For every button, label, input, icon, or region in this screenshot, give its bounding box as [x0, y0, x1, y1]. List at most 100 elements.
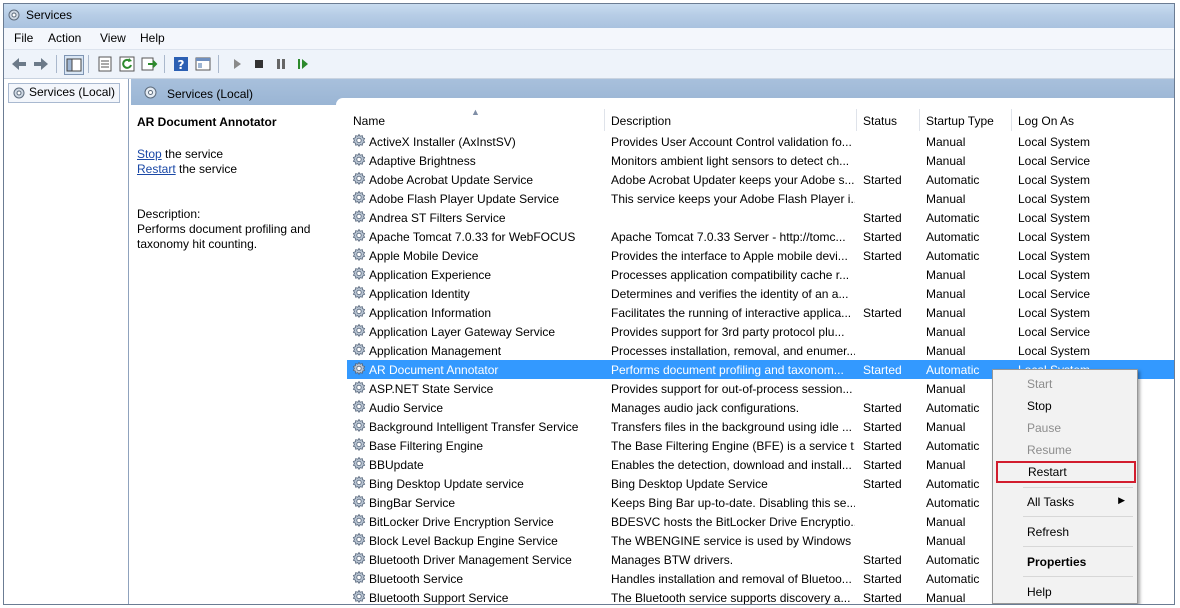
restart-icon[interactable] — [294, 55, 312, 73]
service-name: ASP.NET State Service — [369, 382, 494, 396]
service-name: Application Experience — [369, 268, 492, 282]
gear-icon — [351, 323, 367, 339]
export-icon[interactable] — [140, 55, 158, 73]
gear-icon — [351, 380, 367, 396]
refresh-icon[interactable] — [118, 55, 136, 73]
column-header-log-on-as[interactable]: Log On As — [1012, 109, 1174, 131]
service-name: Block Level Backup Engine Service — [369, 534, 558, 548]
service-status: Started — [863, 572, 902, 586]
service-log-on-as: Local System — [1018, 306, 1091, 320]
menu-file[interactable]: File — [14, 31, 33, 45]
pause-icon[interactable] — [272, 55, 290, 73]
table-row[interactable]: Adobe Flash Player Update Service This se… — [347, 189, 1174, 208]
service-name: BBUpdate — [369, 458, 424, 472]
service-details: AR Document Annotator Stop the service R… — [137, 115, 337, 252]
gear-icon — [351, 437, 367, 453]
menu-help[interactable]: Help — [140, 31, 165, 45]
service-status: Started — [863, 306, 902, 320]
service-description: Transfers files in the background using … — [611, 420, 853, 434]
menu-action[interactable]: Action — [48, 31, 81, 45]
stop-icon[interactable] — [250, 55, 268, 73]
stop-link-suffix: the service — [161, 147, 224, 161]
service-status: Started — [863, 211, 902, 225]
service-description: Manages BTW drivers. — [611, 553, 734, 567]
tree-item-services-local[interactable]: Services (Local) — [8, 83, 121, 103]
stop-service-link[interactable]: Stop — [137, 147, 162, 161]
column-label: Description — [611, 114, 672, 128]
context-menu-properties[interactable]: Properties — [995, 552, 1135, 572]
column-header-startup-type[interactable]: Startup Type — [920, 109, 1012, 131]
submenu-arrow-icon: ▶ — [1118, 495, 1125, 505]
service-description: Provides support for out-of-process sess… — [611, 382, 853, 396]
service-log-on-as: Local System — [1018, 173, 1091, 187]
service-description: Provides the interface to Apple mobile d… — [611, 249, 848, 263]
menu-separator — [1023, 546, 1133, 547]
service-name: BitLocker Drive Encryption Service — [369, 515, 554, 529]
gear-icon — [351, 551, 367, 567]
service-description: Apache Tomcat 7.0.33 Server - http://tom… — [611, 230, 846, 244]
play-icon[interactable] — [228, 55, 246, 73]
context-menu-help[interactable]: Help — [995, 582, 1135, 602]
gear-icon — [351, 285, 367, 301]
column-header-status[interactable]: Status — [857, 109, 920, 131]
back-arrow-icon[interactable] — [10, 55, 28, 73]
table-row[interactable]: Adobe Acrobat Update Service Adobe Acroba… — [347, 170, 1174, 189]
gear-icon — [351, 342, 367, 358]
service-name: Andrea ST Filters Service — [369, 211, 506, 225]
service-description: Handles installation and removal of Blue… — [611, 572, 852, 586]
menu-view[interactable]: View — [100, 31, 126, 45]
gear-icon — [351, 247, 367, 263]
service-startup-type: Manual — [926, 135, 966, 149]
service-name: Base Filtering Engine — [369, 439, 484, 453]
description-label: Description: — [137, 207, 201, 221]
service-startup-type: Manual — [926, 325, 966, 339]
restart-service-link[interactable]: Restart — [137, 162, 176, 176]
service-description: Enables the detection, download and inst… — [611, 458, 852, 472]
service-startup-type: Manual — [926, 344, 966, 358]
service-startup-type: Automatic — [926, 173, 980, 187]
context-menu-all-tasks[interactable]: All Tasks ▶ — [995, 492, 1135, 512]
export-list-icon[interactable] — [96, 55, 114, 73]
service-log-on-as: Local Service — [1018, 154, 1091, 168]
menu-separator — [1023, 487, 1133, 488]
context-menu-label: Start — [1027, 377, 1053, 391]
help-icon[interactable]: ? — [172, 55, 190, 73]
table-row[interactable]: ActiveX Installer (AxInstSV) Provides Use… — [347, 132, 1174, 151]
table-row[interactable]: Andrea ST Filters Service Started Automati… — [347, 208, 1174, 227]
properties-icon[interactable] — [194, 55, 212, 73]
sort-ascending-icon: ▲ — [471, 109, 480, 117]
service-name: AR Document Annotator — [369, 363, 499, 377]
forward-arrow-icon[interactable] — [32, 55, 50, 73]
service-log-on-as: Local System — [1018, 249, 1091, 263]
service-log-on-as: Local System — [1018, 135, 1091, 149]
context-menu-refresh[interactable]: Refresh — [995, 522, 1135, 542]
table-row[interactable]: Application Layer Gateway Service Provide… — [347, 322, 1174, 341]
services-window: Services File Action View Help ? Service… — [3, 3, 1175, 605]
service-name: Apple Mobile Device — [369, 249, 479, 263]
gear-icon — [351, 152, 367, 168]
table-row[interactable]: Application Management Processes installa… — [347, 341, 1174, 360]
table-row[interactable]: Application Identity Determines and verif… — [347, 284, 1174, 303]
window-title: Services — [26, 8, 73, 22]
service-name: ActiveX Installer (AxInstSV) — [369, 135, 516, 149]
service-description: Adobe Acrobat Updater keeps your Adobe s… — [611, 173, 855, 187]
console-tree: Services (Local) — [4, 79, 129, 604]
column-label: Status — [863, 114, 898, 128]
service-startup-type: Manual — [926, 306, 966, 320]
service-status: Started — [863, 553, 902, 567]
context-menu-restart[interactable]: Restart — [996, 461, 1136, 483]
table-row[interactable]: Apache Tomcat 7.0.33 for WebFOCUS Apache … — [347, 227, 1174, 246]
table-row[interactable]: Adaptive Brightness Monitors ambient ligh… — [347, 151, 1174, 170]
table-row[interactable]: Apple Mobile Device Provides the interfac… — [347, 246, 1174, 265]
service-startup-type: Manual — [926, 192, 966, 206]
context-menu-stop[interactable]: Stop — [995, 396, 1135, 416]
table-row[interactable]: Application Experience Processes applicat… — [347, 265, 1174, 284]
column-header-name[interactable]: ▲ Name — [347, 109, 605, 131]
column-header-description[interactable]: Description — [605, 109, 857, 131]
service-name: Application Layer Gateway Service — [369, 325, 556, 339]
service-log-on-as: Local Service — [1018, 287, 1091, 301]
table-row[interactable]: Application Information Facilitates the r… — [347, 303, 1174, 322]
service-description: Determines and verifies the identity of … — [611, 287, 849, 301]
console-tree-icon[interactable] — [64, 55, 84, 75]
gear-icon — [351, 209, 367, 225]
